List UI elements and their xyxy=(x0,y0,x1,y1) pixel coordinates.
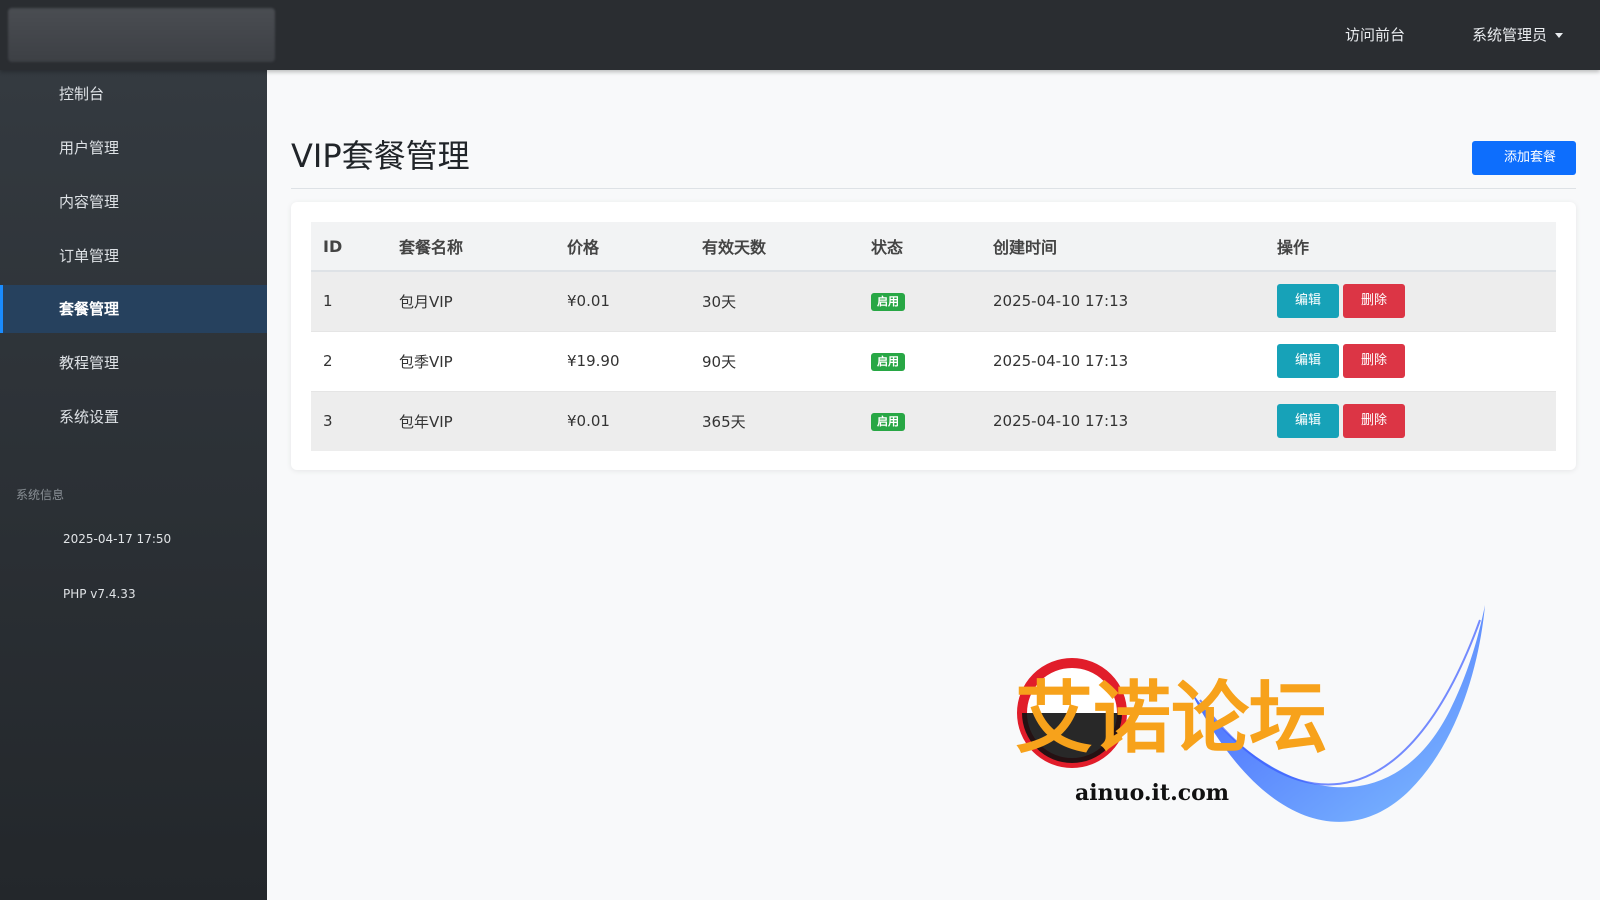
delete-button[interactable]: 删除 xyxy=(1343,284,1405,319)
cell-actions: 编辑 删除 xyxy=(1265,331,1556,392)
cell-id: 3 xyxy=(311,391,387,451)
column-header-actions: 操作 xyxy=(1265,222,1556,272)
sidebar-item-dashboard[interactable]: 控制台 xyxy=(0,70,267,118)
status-badge: 启用 xyxy=(871,413,905,432)
column-header-price: 价格 xyxy=(555,222,690,272)
admin-user-dropdown[interactable]: 系统管理员 xyxy=(1472,0,1564,70)
edit-button[interactable]: 编辑 xyxy=(1277,284,1339,319)
cell-created: 2025-04-10 17:13 xyxy=(981,331,1265,392)
add-package-button[interactable]: 添加套餐 xyxy=(1472,141,1576,175)
watermark-logo: 艾诺论坛 xyxy=(1015,605,1485,822)
edit-button[interactable]: 编辑 xyxy=(1277,344,1339,378)
column-header-created: 创建时间 xyxy=(981,222,1265,272)
sidebar-item-settings[interactable]: 系统设置 xyxy=(0,393,267,441)
packages-card: ID 套餐名称 价格 有效天数 状态 创建时间 操作 1 包月VIP ¥0.01… xyxy=(291,202,1576,470)
cell-price: ¥0.01 xyxy=(555,271,690,332)
cell-status: 启用 xyxy=(859,271,981,332)
delete-button[interactable]: 删除 xyxy=(1343,344,1405,378)
cell-price: ¥19.90 xyxy=(555,331,690,392)
cell-created: 2025-04-10 17:13 xyxy=(981,391,1265,451)
column-header-status: 状态 xyxy=(859,222,981,272)
top-navbar: 访问前台 系统管理员 xyxy=(0,0,1600,70)
column-header-days: 有效天数 xyxy=(690,222,859,272)
sidebar-item-orders[interactable]: 订单管理 xyxy=(0,232,267,280)
cell-name: 包月VIP xyxy=(387,271,555,332)
cell-days: 90天 xyxy=(690,331,859,392)
cell-status: 启用 xyxy=(859,331,981,392)
watermark-url: ainuo.it.com xyxy=(1075,780,1230,806)
edit-button[interactable]: 编辑 xyxy=(1277,404,1339,439)
page-title: VIP套餐管理 xyxy=(291,137,470,175)
visit-front-link[interactable]: 访问前台 xyxy=(1345,0,1405,70)
cell-name: 包年VIP xyxy=(387,391,555,451)
system-datetime: 2025-04-17 17:50 xyxy=(63,532,172,546)
cell-actions: 编辑 删除 xyxy=(1265,391,1556,451)
cell-status: 启用 xyxy=(859,391,981,451)
column-header-id: ID xyxy=(311,222,387,272)
status-badge: 启用 xyxy=(871,293,905,312)
cell-created: 2025-04-10 17:13 xyxy=(981,271,1265,332)
cell-name: 包季VIP xyxy=(387,331,555,392)
watermark-title: 艾诺论坛 xyxy=(1015,674,1327,764)
sidebar: 控制台 用户管理 内容管理 订单管理 套餐管理 教程管理 系统设置 系统信息 2… xyxy=(0,70,267,900)
sidebar-item-content[interactable]: 内容管理 xyxy=(0,178,267,226)
delete-button[interactable]: 删除 xyxy=(1343,404,1405,439)
cell-id: 2 xyxy=(311,331,387,392)
cell-actions: 编辑 删除 xyxy=(1265,271,1556,332)
brand-logo[interactable] xyxy=(8,8,275,62)
cell-price: ¥0.01 xyxy=(555,391,690,451)
table-row: 1 包月VIP ¥0.01 30天 启用 2025-04-10 17:13 编辑… xyxy=(311,271,1556,332)
column-header-name: 套餐名称 xyxy=(387,222,555,272)
php-version: PHP v7.4.33 xyxy=(63,587,136,601)
sidebar-item-users[interactable]: 用户管理 xyxy=(0,124,267,172)
system-info-heading: 系统信息 xyxy=(16,488,65,502)
table-row: 3 包年VIP ¥0.01 365天 启用 2025-04-10 17:13 编… xyxy=(311,391,1556,451)
cell-days: 30天 xyxy=(690,271,859,332)
table-header-row: ID 套餐名称 价格 有效天数 状态 创建时间 操作 xyxy=(311,222,1556,272)
sidebar-item-packages[interactable]: 套餐管理 xyxy=(0,285,267,333)
caret-down-icon xyxy=(1555,33,1564,38)
admin-user-label: 系统管理员 xyxy=(1472,26,1548,44)
status-badge: 启用 xyxy=(871,353,905,371)
cell-id: 1 xyxy=(311,271,387,332)
packages-table: ID 套餐名称 价格 有效天数 状态 创建时间 操作 1 包月VIP ¥0.01… xyxy=(311,222,1556,451)
cell-days: 365天 xyxy=(690,391,859,451)
sidebar-item-tutorials[interactable]: 教程管理 xyxy=(0,339,267,387)
title-divider xyxy=(291,188,1576,189)
table-row: 2 包季VIP ¥19.90 90天 启用 2025-04-10 17:13 编… xyxy=(311,331,1556,392)
